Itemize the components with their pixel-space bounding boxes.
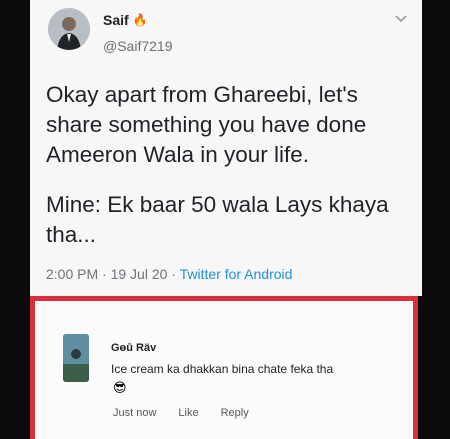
author-handle[interactable]: @Saif7219	[103, 38, 172, 54]
tweet-paragraph: Mine: Ek baar 50 wala Lays khaya tha...	[46, 192, 389, 247]
tweet-source-link[interactable]: Twitter for Android	[180, 266, 293, 282]
flame-emoji: 🔥	[132, 13, 148, 27]
tweet-timestamp[interactable]: 2:00 PM · 19 Jul 20 ·	[46, 266, 180, 282]
avatar[interactable]	[48, 8, 90, 50]
chevron-down-icon[interactable]	[394, 14, 408, 24]
sunglasses-emoji: 😎	[113, 380, 127, 395]
comment-actions: Just now Like Reply	[113, 407, 249, 419]
tweet-meta: 2:00 PM · 19 Jul 20 · Twitter for Androi…	[46, 266, 292, 282]
tweet-text: Okay apart from Ghareebi, let's share so…	[46, 80, 416, 250]
commenter-avatar[interactable]	[63, 334, 89, 382]
tweet-paragraph: Okay apart from Ghareebi, let's share so…	[46, 82, 367, 167]
comment-text: Ice cream ka dhakkan bina chate feka tha	[111, 362, 334, 376]
author-row: Saif 🔥	[103, 12, 148, 28]
comment-card: Gөū Räv Ice cream ka dhakkan bina chate …	[30, 296, 418, 439]
reply-button[interactable]: Reply	[221, 407, 249, 419]
author-name[interactable]: Saif	[103, 12, 129, 28]
commenter-photo	[63, 334, 89, 382]
like-button[interactable]: Like	[178, 407, 198, 419]
profile-photo	[48, 8, 90, 50]
commenter-name[interactable]: Gөū Räv	[111, 342, 156, 354]
tweet-card: Saif 🔥 @Saif7219 Okay apart from Ghareeb…	[30, 0, 422, 296]
comment-time: Just now	[113, 407, 157, 419]
